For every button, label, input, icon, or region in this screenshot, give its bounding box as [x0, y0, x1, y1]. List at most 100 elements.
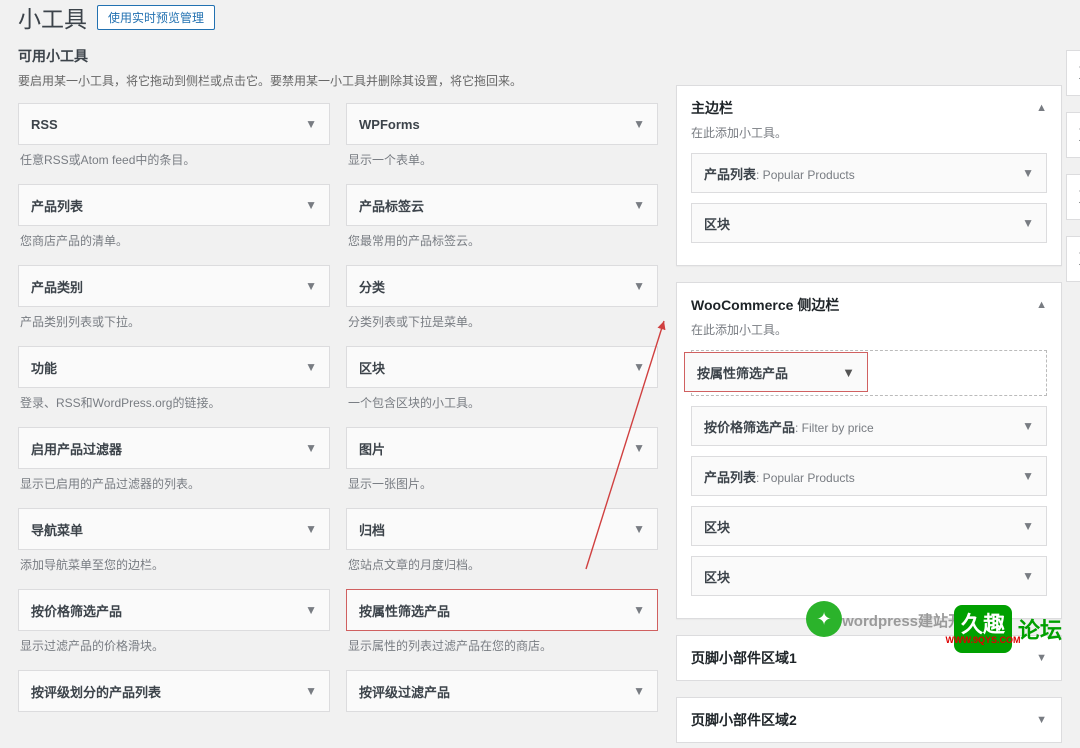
widget-name: 产品标签云: [359, 196, 424, 215]
widget-label: 按价格筛选产品: [704, 420, 795, 435]
widget-name: 按评级划分的产品列表: [31, 682, 161, 701]
caret-down-icon: ▼: [1022, 519, 1034, 533]
available-widget[interactable]: 启用产品过滤器 ▼: [18, 427, 330, 469]
sidebar-area-main: 主边栏 ▲ 在此添加小工具。 产品列表: Popular Products▼区块…: [676, 85, 1062, 266]
widget-description: 显示属性的列表过滤产品在您的商店。: [346, 637, 658, 654]
widget-label: 产品列表: [704, 470, 756, 485]
caret-down-icon: ▼: [305, 441, 317, 455]
widget-subtitle: : Filter by price: [795, 421, 874, 435]
widget-name: 功能: [31, 358, 57, 377]
widget-label: 区块: [704, 217, 730, 232]
available-widget[interactable]: 产品列表 ▼: [18, 184, 330, 226]
caret-down-icon: ▼: [633, 360, 645, 374]
area-title: 页脚小部件区域2: [691, 710, 797, 730]
widget-name: 区块: [359, 358, 385, 377]
widget-name: WPForms: [359, 117, 420, 132]
widget-description: 显示已启用的产品过滤器的列表。: [18, 475, 330, 492]
area-title: 主边栏: [691, 98, 733, 118]
widget-name: 导航菜单: [31, 520, 83, 539]
widget-description: [18, 718, 330, 732]
available-widget[interactable]: 按价格筛选产品▼: [18, 589, 330, 631]
collapsed-area-peek[interactable]: 页: [1066, 112, 1080, 158]
collapsed-area-peek[interactable]: 页: [1066, 50, 1080, 96]
caret-down-icon: ▼: [633, 279, 645, 293]
widget-label: 区块: [704, 520, 730, 535]
watermark: 久趣 WWW.9QYS.COM 论坛: [954, 605, 1062, 653]
caret-down-icon: ▼: [305, 522, 317, 536]
widget-drop-zone[interactable]: 按属性筛选产品 ▼: [691, 350, 1047, 396]
widget-name: 图片: [359, 439, 385, 458]
available-widget[interactable]: 区块 ▼: [346, 346, 658, 388]
live-preview-button[interactable]: 使用实时预览管理: [97, 5, 215, 30]
sidebar-widget[interactable]: 产品列表: Popular Products ▼: [691, 153, 1047, 193]
widget-description: 显示一张图片。: [346, 475, 658, 492]
caret-down-icon: ▼: [1022, 216, 1034, 230]
watermark-logo: 久趣 WWW.9QYS.COM: [954, 605, 1012, 653]
widget-subtitle: : Popular Products: [756, 471, 855, 485]
caret-down-icon: ▼: [1022, 569, 1034, 583]
available-widget[interactable]: WPForms ▼: [346, 103, 658, 145]
caret-down-icon: ▼: [842, 365, 855, 380]
caret-down-icon: ▼: [633, 522, 645, 536]
area-title: 页脚小部件区域1: [691, 648, 797, 668]
available-widget[interactable]: 按属性筛选产品▼: [346, 589, 658, 631]
sidebar-area-woocommerce: WooCommerce 侧边栏 ▲ 在此添加小工具。 按属性筛选产品 ▼ 按价格…: [676, 282, 1062, 619]
dragged-widget[interactable]: 按属性筛选产品 ▼: [684, 352, 868, 392]
collapsed-area-peek[interactable]: 页: [1066, 174, 1080, 220]
caret-down-icon: ▼: [305, 117, 317, 131]
available-widget[interactable]: 图片▼: [346, 427, 658, 469]
caret-down-icon: ▼: [305, 198, 317, 212]
widget-name: 分类: [359, 277, 385, 296]
available-widget[interactable]: 归档▼: [346, 508, 658, 550]
available-widget[interactable]: 按评级划分的产品列表 ▼: [18, 670, 330, 712]
page-title: 小工具: [18, 0, 87, 34]
sidebar-widget[interactable]: 按价格筛选产品: Filter by price ▼: [691, 406, 1047, 446]
caret-down-icon: ▼: [633, 684, 645, 698]
widget-label: 产品列表: [704, 167, 756, 182]
caret-up-icon: ▲: [1036, 102, 1047, 114]
caret-down-icon: ▼: [1022, 469, 1034, 483]
available-widget[interactable]: 功能 ▼: [18, 346, 330, 388]
available-widgets-heading: 可用小工具: [18, 46, 1062, 66]
caret-down-icon: ▼: [633, 603, 645, 617]
widget-description: 显示过滤产品的价格滑块。: [18, 637, 330, 654]
caret-up-icon: ▲: [1036, 299, 1047, 311]
available-widget[interactable]: RSS ▼: [18, 103, 330, 145]
sidebar-widget[interactable]: 产品列表: Popular Products ▼: [691, 456, 1047, 496]
available-widget[interactable]: 分类 ▼: [346, 265, 658, 307]
available-widget[interactable]: 导航菜单 ▼: [18, 508, 330, 550]
widget-label: 区块: [704, 570, 730, 585]
widget-description: 产品类别列表或下拉。: [18, 313, 330, 330]
widget-name: 按评级过滤产品: [359, 682, 450, 701]
sidebar-widget[interactable]: 区块 ▼: [691, 556, 1047, 596]
widget-description: 一个包含区块的小工具。: [346, 394, 658, 411]
caret-down-icon: ▼: [1036, 652, 1047, 664]
widget-description: 显示一个表单。: [346, 151, 658, 168]
widget-description: 任意RSS或Atom feed中的条目。: [18, 151, 330, 168]
available-widget[interactable]: 产品标签云 ▼: [346, 184, 658, 226]
sidebar-widget[interactable]: 区块 ▼: [691, 203, 1047, 243]
collapsed-area-peek[interactable]: 页: [1066, 236, 1080, 282]
caret-down-icon: ▼: [305, 360, 317, 374]
widget-name: 产品列表: [31, 196, 83, 215]
widget-label: 按属性筛选产品: [697, 363, 788, 382]
widget-subtitle: : Popular Products: [756, 168, 855, 182]
caret-down-icon: ▼: [1022, 166, 1034, 180]
widget-description: 您最常用的产品标签云。: [346, 232, 658, 249]
available-widget[interactable]: 按评级过滤产品 ▼: [346, 670, 658, 712]
widget-name: RSS: [31, 117, 58, 132]
area-title: WooCommerce 侧边栏: [691, 295, 839, 315]
widget-description: 登录、RSS和WordPress.org的链接。: [18, 394, 330, 411]
sidebar-widget[interactable]: 区块 ▼: [691, 506, 1047, 546]
sidebar-area-footer2[interactable]: 页脚小部件区域2 ▼: [676, 697, 1062, 743]
caret-down-icon: ▼: [633, 117, 645, 131]
area-desc: 在此添加小工具。: [691, 124, 1047, 141]
caret-down-icon: ▼: [305, 603, 317, 617]
caret-down-icon: ▼: [305, 684, 317, 698]
caret-down-icon: ▼: [633, 198, 645, 212]
caret-down-icon: ▼: [1022, 419, 1034, 433]
widget-name: 启用产品过滤器: [31, 439, 122, 458]
area-header-woo[interactable]: WooCommerce 侧边栏 ▲: [691, 295, 1047, 315]
available-widget[interactable]: 产品类别▼: [18, 265, 330, 307]
area-header-main[interactable]: 主边栏 ▲: [691, 98, 1047, 118]
